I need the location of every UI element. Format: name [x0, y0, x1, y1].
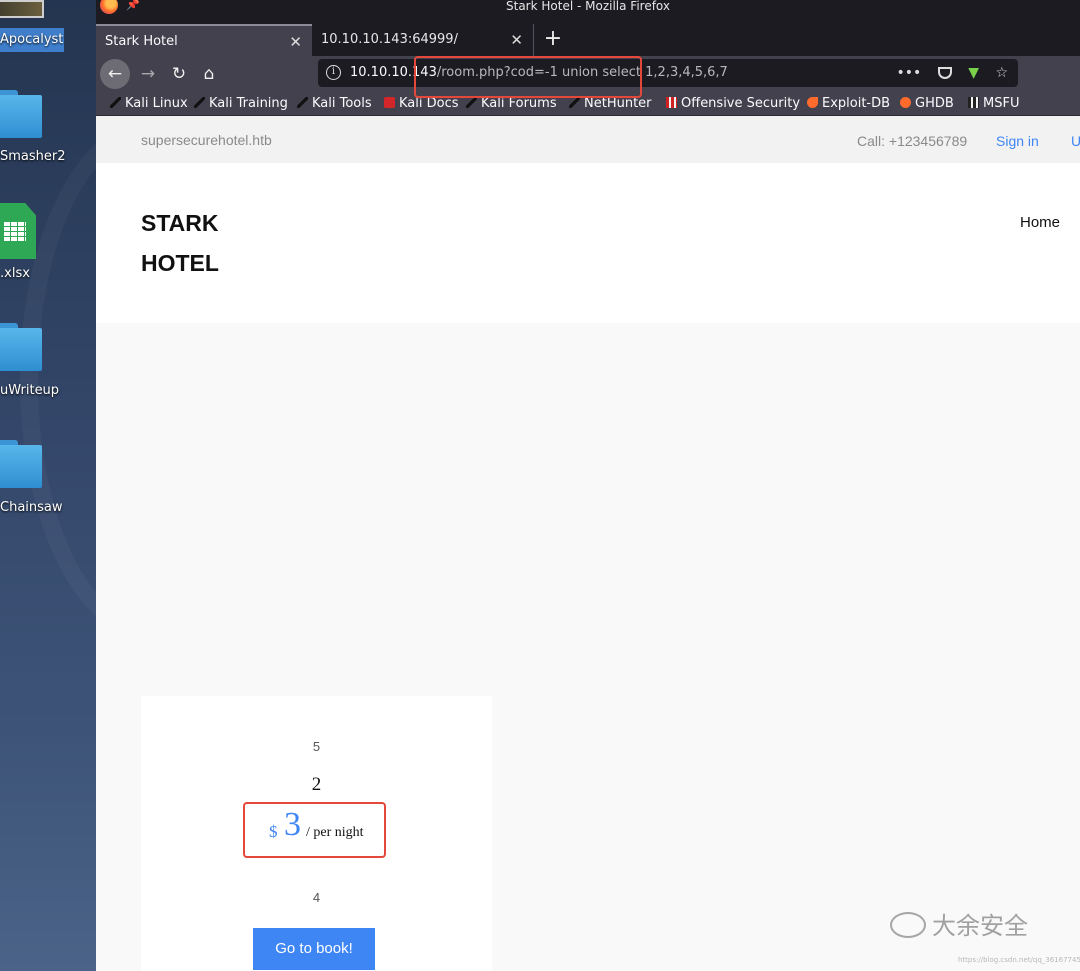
watermark: 大余安全 — [890, 906, 1028, 941]
room-field-5: 5 — [312, 739, 321, 754]
brand-line-1: STARK — [141, 210, 219, 236]
exploit-db-icon — [807, 97, 818, 108]
url-highlight-box — [414, 56, 642, 98]
bookmark-exploit-db[interactable]: Exploit-DB — [807, 92, 890, 116]
kali-dragon-icon — [110, 97, 121, 108]
pocket-icon[interactable] — [937, 67, 952, 79]
forward-arrow-icon[interactable]: → — [134, 60, 162, 88]
docs-icon — [384, 97, 395, 108]
reload-icon[interactable]: ↻ — [165, 60, 193, 88]
room-field-2: 2 — [311, 774, 322, 795]
desktop-item-label: .xlsx — [0, 266, 30, 281]
home-icon[interactable]: ⌂ — [195, 60, 223, 88]
wechat-logo-icon — [890, 912, 926, 938]
wallpaper-swirl — [20, 120, 96, 640]
tab-bar: Stark Hotel ✕ 10.10.10.143:64999/ ✕ + — [96, 14, 1080, 56]
desktop: Apocalyst Smasher2 .xlsx uWriteup Chains… — [0, 0, 96, 971]
nethunter-icon — [569, 97, 580, 108]
desktop-item-label: Chainsaw — [0, 500, 63, 515]
site-header: STARK HOTEL Home — [96, 163, 1080, 323]
watermark-url: https://blog.csdn.net/qq_36167745 — [958, 956, 1080, 964]
bookmark-kali-training[interactable]: Kali Training — [194, 92, 288, 116]
spreadsheet-icon — [0, 203, 36, 259]
desktop-item-label: uWriteup — [0, 383, 60, 398]
sign-up-link[interactable]: U — [1071, 133, 1080, 149]
call-number: Call: +123456789 — [857, 133, 968, 149]
more-actions-icon[interactable]: ••• — [897, 65, 922, 81]
site-top-strip: supersecurehotel.htb Call: +123456789 Si… — [96, 116, 1080, 163]
tab-stark-hotel[interactable]: Stark Hotel ✕ — [96, 24, 312, 56]
window-title: Stark Hotel - Mozilla Firefox — [506, 0, 670, 13]
close-icon[interactable]: ✕ — [510, 24, 523, 56]
bookmark-ghdb[interactable]: GHDB — [900, 92, 954, 116]
folder-icon — [0, 90, 42, 138]
desktop-item-label: Apocalyst — [0, 32, 64, 47]
book-button[interactable]: Go to book! — [253, 928, 375, 970]
firefox-window: 📌 Stark Hotel - Mozilla Firefox Stark Ho… — [96, 0, 1080, 971]
room-card: 5 2 $ 3 / per night 4 Go to book! — [141, 696, 492, 971]
tab-port-64999[interactable]: 10.10.10.143:64999/ ✕ — [312, 24, 534, 56]
offsec-icon — [666, 97, 677, 108]
close-icon[interactable]: ✕ — [289, 26, 302, 58]
window-titlebar: 📌 Stark Hotel - Mozilla Firefox — [96, 0, 1080, 14]
new-tab-plus-icon[interactable]: + — [540, 26, 566, 52]
tab-label: 10.10.10.143:64999/ — [321, 32, 458, 47]
extension-shield-icon[interactable]: ▼ — [968, 65, 979, 81]
folder-icon — [0, 440, 42, 488]
desktop-item-label: Smasher2 — [0, 149, 66, 164]
folder-icon — [0, 323, 42, 371]
web-page: supersecurehotel.htb Call: +123456789 Si… — [96, 116, 1080, 971]
bookmark-kali-tools[interactable]: Kali Tools — [297, 92, 372, 116]
kali-dragon-icon — [194, 97, 205, 108]
bookmark-star-icon[interactable]: ☆ — [995, 65, 1008, 81]
nav-home-link[interactable]: Home — [1020, 214, 1060, 231]
back-arrow-icon[interactable]: ← — [100, 59, 130, 89]
brand-line-2: HOTEL — [141, 250, 219, 276]
url-actions: ••• ▼ ☆ — [885, 59, 1008, 87]
tab-label: Stark Hotel — [105, 34, 178, 49]
room-field-4: 4 — [312, 890, 321, 905]
msfu-icon — [968, 97, 979, 108]
site-domain: supersecurehotel.htb — [141, 132, 272, 148]
bookmark-msfu[interactable]: MSFU — [968, 92, 1019, 116]
price-highlight-box — [243, 802, 386, 858]
info-icon[interactable]: i — [326, 65, 341, 80]
kali-dragon-icon — [297, 97, 308, 108]
sign-in-link[interactable]: Sign in — [996, 133, 1039, 149]
bookmark-offensive-security[interactable]: Offensive Security — [666, 92, 800, 116]
site-brand[interactable]: STARK HOTEL — [141, 203, 219, 283]
ghdb-icon — [900, 97, 911, 108]
bookmark-kali-linux[interactable]: Kali Linux — [110, 92, 188, 116]
kali-dragon-icon — [466, 97, 477, 108]
image-thumbnail-icon — [0, 0, 44, 18]
watermark-text: 大余安全 — [932, 912, 1028, 940]
